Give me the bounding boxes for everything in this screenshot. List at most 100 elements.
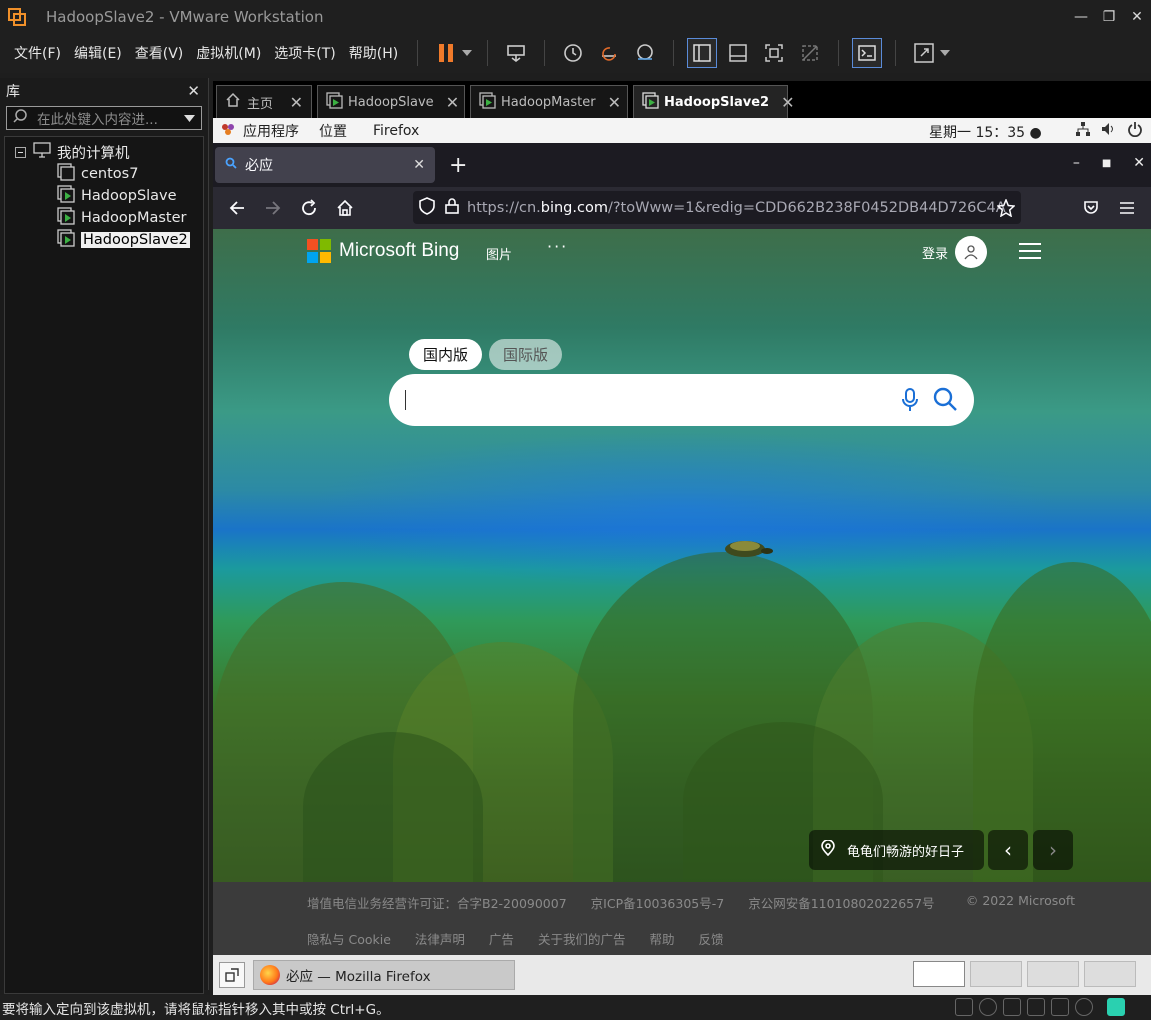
app-menu-icon[interactable] [1109,190,1145,226]
tree-item-hadoopslave[interactable]: HadoopSlave [5,185,203,207]
home-icon[interactable] [327,190,363,226]
footer-feedback-link[interactable]: 反馈 [698,929,723,948]
footer-icp[interactable]: 京ICP备10036305号-7 [591,893,725,912]
menu-help[interactable]: 帮助(H) [345,43,407,63]
thumbnail-bar-icon[interactable] [723,38,753,68]
bookmark-star-icon[interactable] [988,190,1024,226]
show-library-icon[interactable] [687,38,718,68]
revert-snapshot-icon[interactable] [594,38,624,68]
minimize-button[interactable]: — [1067,0,1095,33]
tab-close-icon[interactable]: ✕ [769,93,794,112]
printer-icon[interactable] [1027,998,1045,1016]
forward-icon[interactable] [255,190,291,226]
gnome-menu-places[interactable]: 位置 [319,121,347,141]
stretch-guest-icon[interactable] [909,38,939,68]
footer-legal-link[interactable]: 法律声明 [415,929,465,948]
bing-nav-more[interactable]: ··· [547,237,568,256]
console-view-icon[interactable] [852,38,883,68]
power-dropdown-icon[interactable] [460,38,474,68]
firefox-close-icon[interactable]: ✕ [1133,155,1145,171]
footer-license[interactable]: 增值电信业务经营许可证：合字B2-20090007 [307,893,567,912]
vm-running-icon [57,207,75,229]
workspace-4[interactable] [1084,961,1136,987]
footer-about-ads-link[interactable]: 关于我们的广告 [538,929,626,948]
url-bar[interactable]: https://cn. bing.com/?toWww=1&redig=CDD66… [413,191,1021,224]
menu-view[interactable]: 查看(V) [131,43,193,63]
footer-security[interactable]: 京公网安备11010802022657号 [748,893,934,912]
fullscreen-icon[interactable] [759,38,789,68]
hard-disk-icon[interactable] [955,998,973,1016]
gnome-menu-applications[interactable]: 应用程序 [243,121,299,141]
image-caption[interactable]: 龟龟们畅游的好日子 [809,830,984,870]
library-search-input[interactable]: 在此处键入内容进... [6,106,202,130]
firefox-tab-close-icon[interactable]: ✕ [413,157,425,173]
network-icon[interactable] [1075,121,1091,141]
hamburger-menu-icon[interactable] [1019,243,1041,264]
cd-dvd-icon[interactable] [979,998,997,1016]
gnome-clock[interactable]: 星期一 15：35 ● [929,122,1042,142]
bing-search-input[interactable] [389,374,974,426]
tab-hadoopslave2[interactable]: HadoopSlave2 ✕ [633,85,794,118]
stretch-dropdown-icon[interactable] [938,38,952,68]
tree-item-hadoopslave2[interactable]: HadoopSlave2 [5,229,203,251]
sound-card-icon[interactable] [1051,998,1069,1016]
back-icon[interactable] [219,190,255,226]
tree-root[interactable]: 我的计算机 [5,141,203,163]
show-desktop-icon[interactable] [219,962,245,988]
firefox-maximize-icon[interactable]: ■ [1102,158,1111,171]
footer-ads-link[interactable]: 广告 [489,929,514,948]
tab-home[interactable]: 主页 ✕ [216,85,312,118]
workspace-3[interactable] [1027,961,1079,987]
tracking-protection-icon[interactable] [419,196,435,219]
user-avatar-icon[interactable] [955,236,987,268]
tab-close-icon[interactable]: ✕ [278,93,303,112]
pocket-icon[interactable] [1073,190,1109,226]
tab-close-icon[interactable]: ✕ [434,93,459,112]
search-dropdown-icon[interactable] [184,111,195,126]
scope-international-button[interactable]: 国际版 [489,339,563,370]
pause-icon[interactable] [431,38,461,68]
workspace-2[interactable] [970,961,1022,987]
collapse-icon[interactable] [15,146,26,158]
tab-hadoopslave[interactable]: HadoopSlave ✕ [317,85,465,118]
microphone-icon[interactable] [900,387,920,417]
tree-item-hadoopmaster[interactable]: HadoopMaster [5,207,203,229]
firefox-minimize-icon[interactable]: – [1073,155,1080,171]
send-ctrl-alt-del-icon[interactable] [501,38,531,68]
snapshot-manager-icon[interactable] [630,38,660,68]
firefox-tab-bing[interactable]: 必应 ✕ [215,147,435,183]
menu-file[interactable]: 文件(F) [0,43,70,63]
bing-nav-images[interactable]: 图片 [486,244,512,263]
footer-help-link[interactable]: 帮助 [649,929,674,948]
vm-message-icon[interactable] [1107,998,1125,1016]
bing-login-link[interactable]: 登录 [922,243,948,262]
menu-edit[interactable]: 编辑(E) [70,43,131,63]
gnome-menu-firefox[interactable]: Firefox [373,123,419,139]
library-close-icon[interactable]: ✕ [187,82,200,100]
next-image-icon[interactable]: › [1033,830,1073,870]
workspace-1[interactable] [913,961,965,987]
volume-icon[interactable] [1101,121,1117,141]
close-button[interactable]: ✕ [1123,0,1151,33]
usb-icon[interactable] [1075,998,1093,1016]
search-icon[interactable] [932,386,958,416]
bing-logo[interactable]: Microsoft Bing [307,239,459,263]
taskbar-firefox-window[interactable]: 必应 — Mozilla Firefox [253,960,515,990]
menu-vm[interactable]: 虚拟机(M) [192,43,270,63]
previous-image-icon[interactable]: ‹ [988,830,1028,870]
snapshot-icon[interactable] [558,38,588,68]
tree-item-centos7[interactable]: centos7 [5,163,203,185]
reload-icon[interactable] [291,190,327,226]
menu-tabs[interactable]: 选项卡(T) [270,43,344,63]
power-icon[interactable] [1127,121,1143,141]
network-adapter-icon[interactable] [1003,998,1021,1016]
restore-button[interactable]: ❐ [1095,0,1123,33]
unity-icon[interactable] [795,38,825,68]
tab-close-icon[interactable]: ✕ [596,93,621,112]
new-tab-icon[interactable]: + [449,153,467,178]
footer-privacy-link[interactable]: 隐私与 Cookie [307,929,391,948]
tab-hadoopmaster[interactable]: HadoopMaster ✕ [470,85,628,118]
vm-console[interactable]: 应用程序 位置 Firefox 星期一 15：35 ● 必应 ✕ + – ■ ✕ [213,118,1151,995]
scope-china-button[interactable]: 国内版 [409,339,483,370]
lock-icon[interactable] [445,197,459,218]
